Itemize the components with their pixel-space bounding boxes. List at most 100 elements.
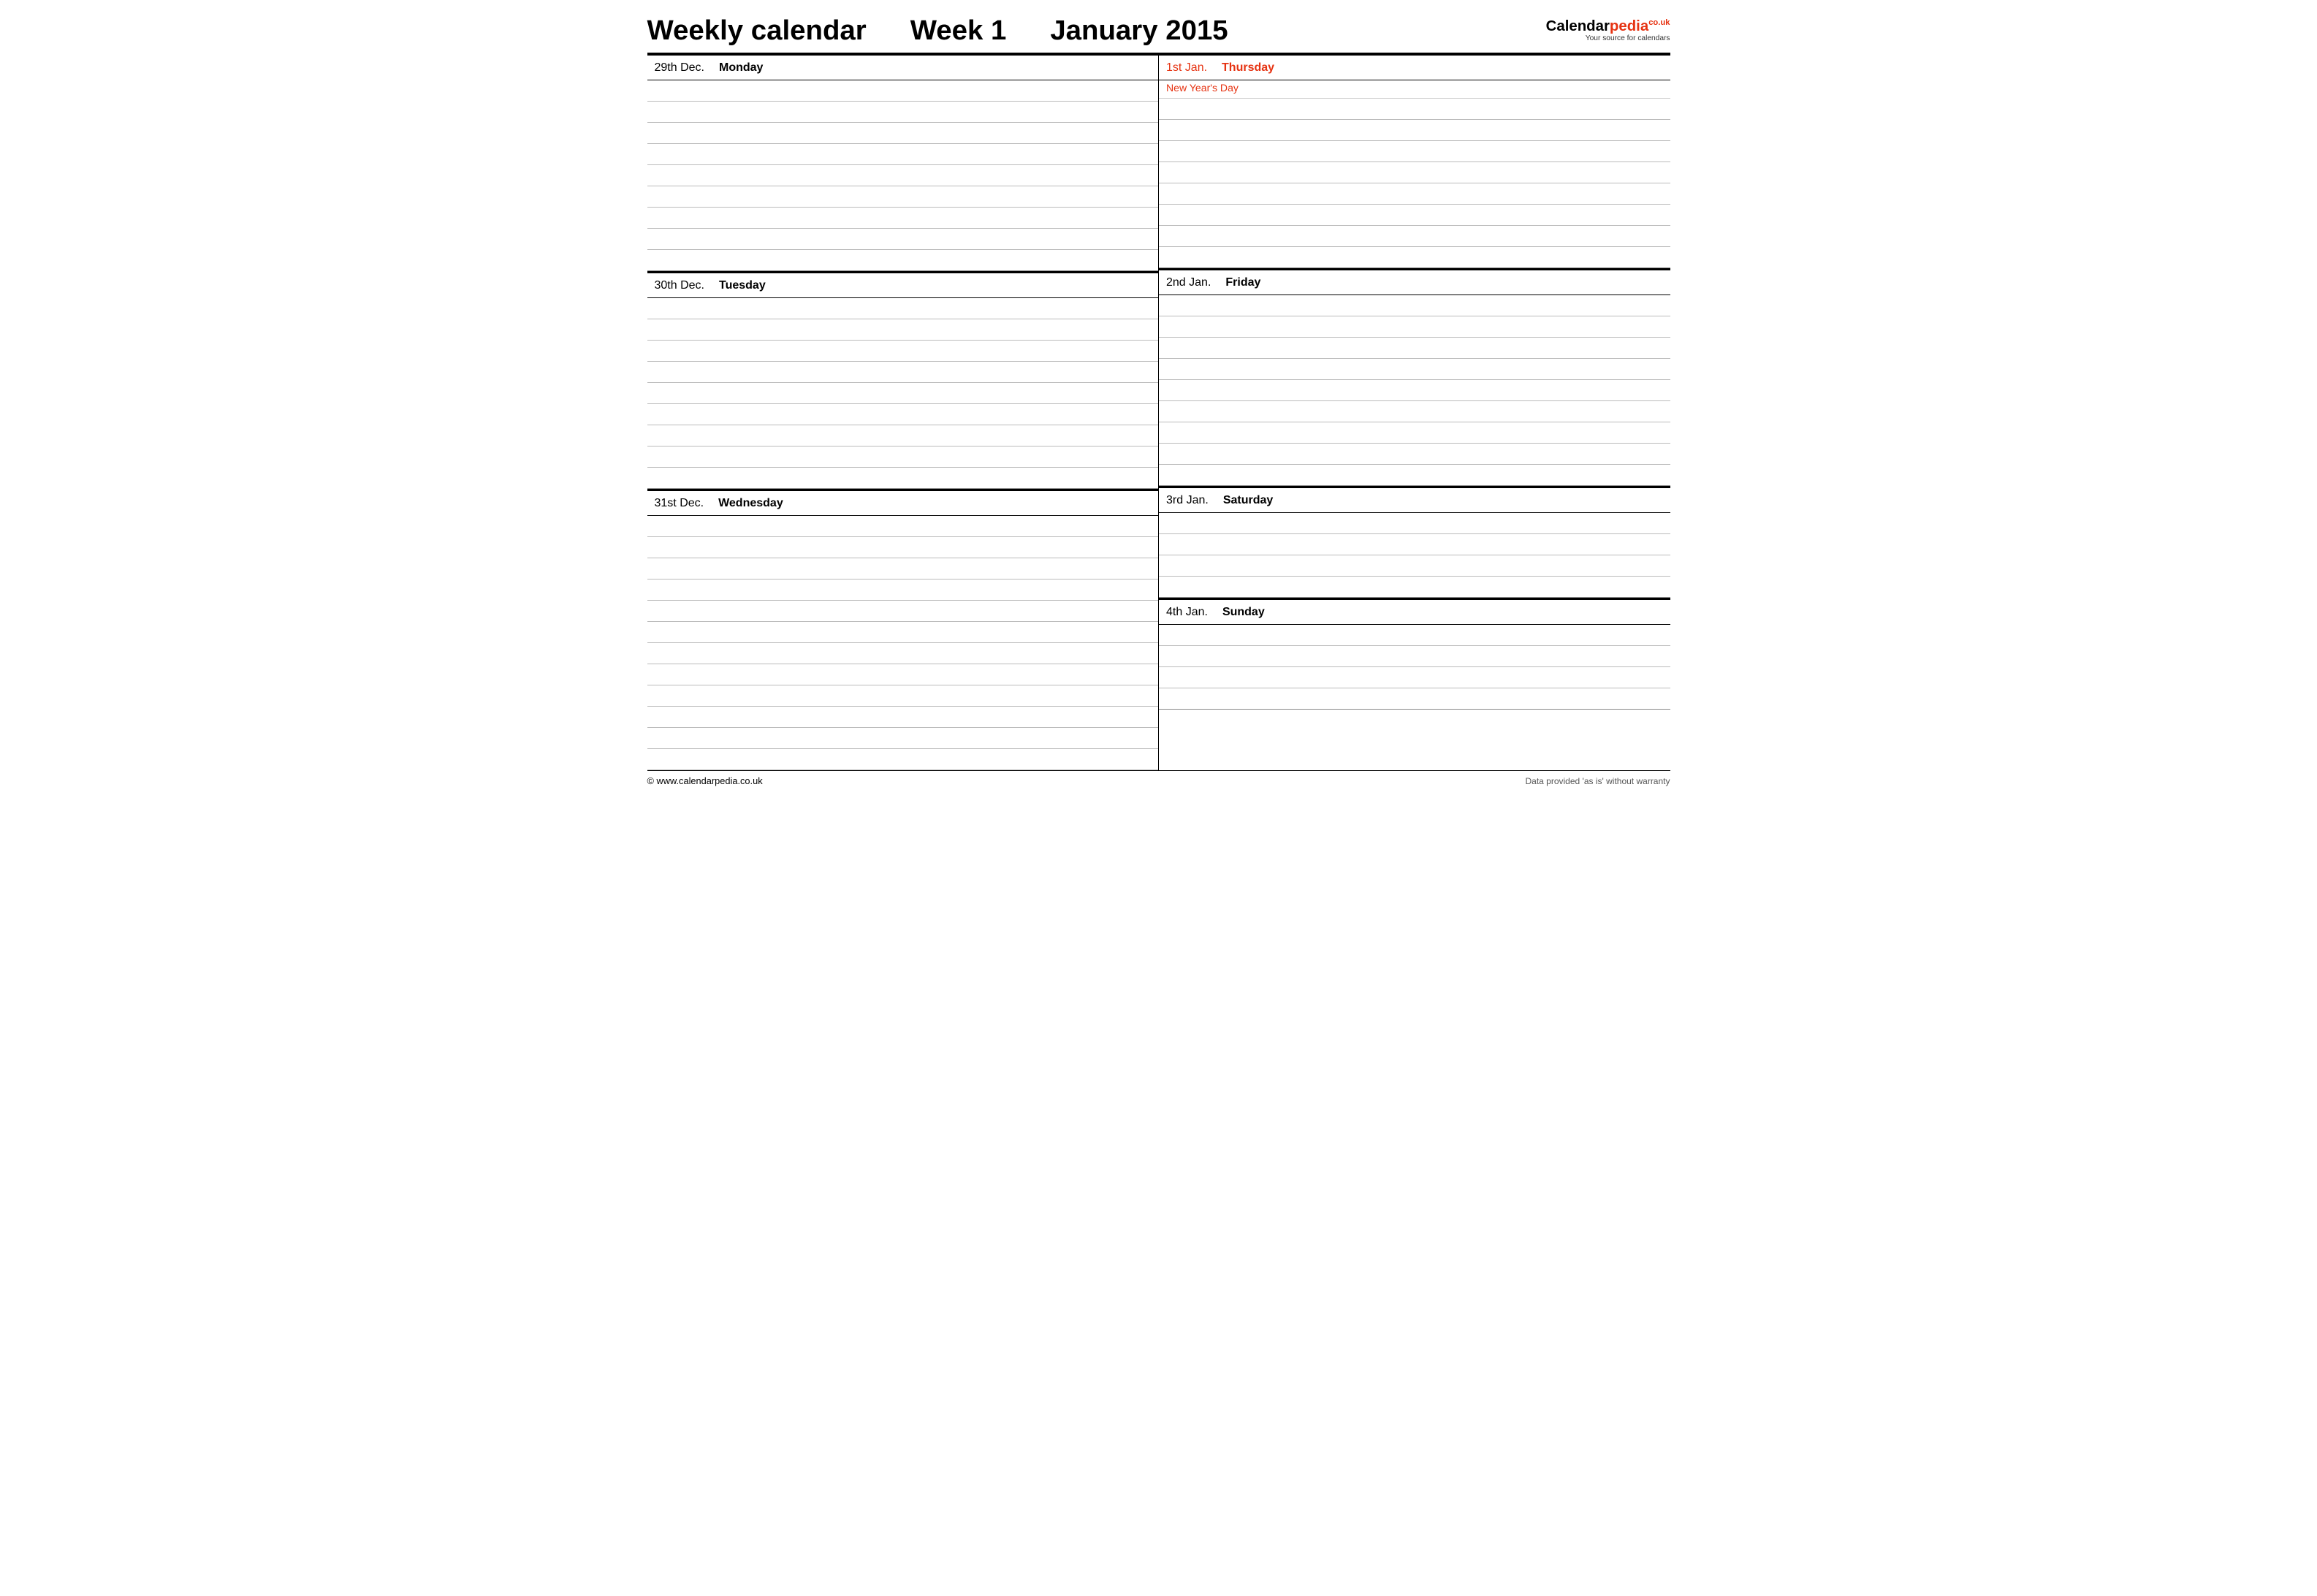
line <box>1159 316 1670 338</box>
wednesday-block: 31st Dec. Wednesday <box>647 491 1159 770</box>
line <box>1159 667 1670 688</box>
line <box>647 80 1159 102</box>
monday-header: 29th Dec. Monday <box>647 56 1159 80</box>
monday-dayname: Monday <box>719 61 763 75</box>
friday-dayname: Friday <box>1225 276 1260 289</box>
line <box>647 298 1159 319</box>
line <box>647 468 1159 489</box>
thursday-block: 1st Jan. Thursday New Year's Day <box>1159 56 1670 270</box>
header: Weekly calendar Week 1 January 2015 Cale… <box>647 15 1670 54</box>
line <box>647 250 1159 271</box>
left-column: 29th Dec. Monday 30th D <box>647 56 1160 770</box>
line <box>1159 120 1670 141</box>
friday-header: 2nd Jan. Friday <box>1159 270 1670 295</box>
page: Weekly calendar Week 1 January 2015 Cale… <box>647 15 1670 786</box>
line <box>647 601 1159 622</box>
friday-block: 2nd Jan. Friday <box>1159 270 1670 488</box>
line <box>1159 205 1670 226</box>
line <box>647 165 1159 186</box>
line <box>647 341 1159 362</box>
sunday-dayname: Sunday <box>1222 606 1265 619</box>
thursday-lines <box>1159 99 1670 268</box>
wednesday-lines <box>647 516 1159 770</box>
line <box>1159 688 1670 710</box>
line <box>1159 183 1670 205</box>
line <box>647 404 1159 425</box>
tuesday-dayname: Tuesday <box>719 279 766 292</box>
line <box>647 749 1159 770</box>
line <box>1159 141 1670 162</box>
header-left: Weekly calendar Week 1 January 2015 <box>647 15 1228 47</box>
monday-block: 29th Dec. Monday <box>647 56 1159 273</box>
line <box>1159 226 1670 247</box>
line <box>647 558 1159 580</box>
saturday-header: 3rd Jan. Saturday <box>1159 488 1670 513</box>
sunday-block: 4th Jan. Sunday <box>1159 600 1670 710</box>
line <box>1159 380 1670 401</box>
line <box>647 537 1159 558</box>
line <box>647 685 1159 707</box>
logo-co-text: co.uk <box>1648 19 1670 28</box>
line <box>647 664 1159 685</box>
wednesday-date: 31st Dec. <box>655 497 704 510</box>
line <box>647 446 1159 468</box>
line <box>1159 422 1670 444</box>
line <box>647 622 1159 643</box>
line <box>647 643 1159 664</box>
line <box>647 728 1159 749</box>
saturday-block: 3rd Jan. Saturday <box>1159 488 1670 600</box>
line <box>1159 99 1670 120</box>
line <box>1159 401 1670 422</box>
logo-tagline: Your source for calendars <box>1586 34 1670 42</box>
thursday-header: 1st Jan. Thursday <box>1159 56 1670 80</box>
footer-disclaimer: Data provided 'as is' without warranty <box>1525 776 1670 786</box>
right-column: 1st Jan. Thursday New Year's Day <box>1159 56 1670 770</box>
line <box>1159 534 1670 555</box>
monday-lines <box>647 80 1159 271</box>
calendar-grid: 29th Dec. Monday 30th D <box>647 54 1670 770</box>
line <box>1159 465 1670 486</box>
logo-brand: Calendarpediaco.uk <box>1546 19 1670 34</box>
line <box>1159 247 1670 268</box>
line <box>647 707 1159 728</box>
line <box>1159 625 1670 646</box>
monday-date: 29th Dec. <box>655 61 704 75</box>
line <box>1159 295 1670 316</box>
wednesday-dayname: Wednesday <box>718 497 783 510</box>
line <box>1159 359 1670 380</box>
line <box>647 425 1159 446</box>
sunday-lines <box>1159 625 1670 710</box>
line <box>647 319 1159 341</box>
line <box>647 208 1159 229</box>
line <box>1159 646 1670 667</box>
line <box>647 580 1159 601</box>
tuesday-header: 30th Dec. Tuesday <box>647 273 1159 298</box>
saturday-lines <box>1159 513 1670 598</box>
logo-pedia-text: pedia <box>1610 18 1648 34</box>
logo-calendar-text: Calendar <box>1546 18 1610 34</box>
tuesday-date: 30th Dec. <box>655 279 704 292</box>
line <box>1159 338 1670 359</box>
thursday-holiday: New Year's Day <box>1159 80 1670 99</box>
friday-date: 2nd Jan. <box>1166 276 1211 289</box>
month-label: January 2015 <box>1050 15 1228 47</box>
line <box>647 123 1159 144</box>
footer-url: © www.calendarpedia.co.uk <box>647 775 763 786</box>
logo: Calendarpediaco.uk Your source for calen… <box>1546 19 1670 42</box>
saturday-date: 3rd Jan. <box>1166 494 1209 507</box>
line <box>647 186 1159 208</box>
sunday-date: 4th Jan. <box>1166 606 1208 619</box>
saturday-dayname: Saturday <box>1223 494 1273 507</box>
tuesday-block: 30th Dec. Tuesday <box>647 273 1159 491</box>
thursday-dayname: Thursday <box>1222 61 1274 75</box>
line <box>1159 555 1670 577</box>
tuesday-lines <box>647 298 1159 489</box>
thursday-date: 1st Jan. <box>1166 61 1207 75</box>
line <box>647 383 1159 404</box>
page-title: Weekly calendar <box>647 15 867 47</box>
line <box>647 144 1159 165</box>
friday-lines <box>1159 295 1670 486</box>
line <box>647 102 1159 123</box>
line <box>1159 513 1670 534</box>
footer: © www.calendarpedia.co.uk Data provided … <box>647 770 1670 786</box>
